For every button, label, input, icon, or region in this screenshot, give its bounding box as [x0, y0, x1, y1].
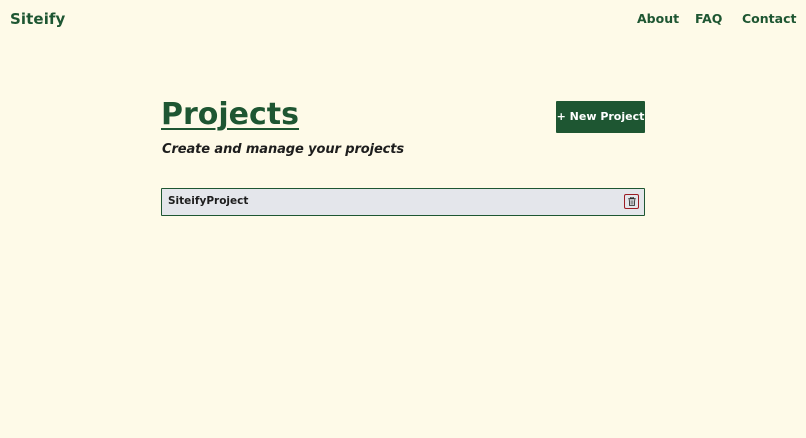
- page-title: Projects: [161, 97, 300, 132]
- brand-logo-link[interactable]: Siteify: [10, 10, 65, 28]
- new-project-button[interactable]: + New Project: [556, 101, 645, 133]
- trash-icon: [627, 197, 636, 206]
- top-navigation-bar: Siteify About FAQ Contact: [0, 0, 806, 40]
- project-item[interactable]: SiteifyProject: [161, 188, 645, 216]
- project-name: SiteifyProject: [168, 195, 249, 207]
- nav-link-faq[interactable]: FAQ: [695, 11, 722, 26]
- nav-link-contact[interactable]: Contact: [742, 11, 796, 26]
- page-subtitle: Create and manage your projects: [162, 142, 405, 157]
- nav-link-about[interactable]: About: [637, 11, 679, 26]
- project-list: SiteifyProject: [161, 188, 645, 216]
- delete-project-button[interactable]: [624, 194, 639, 209]
